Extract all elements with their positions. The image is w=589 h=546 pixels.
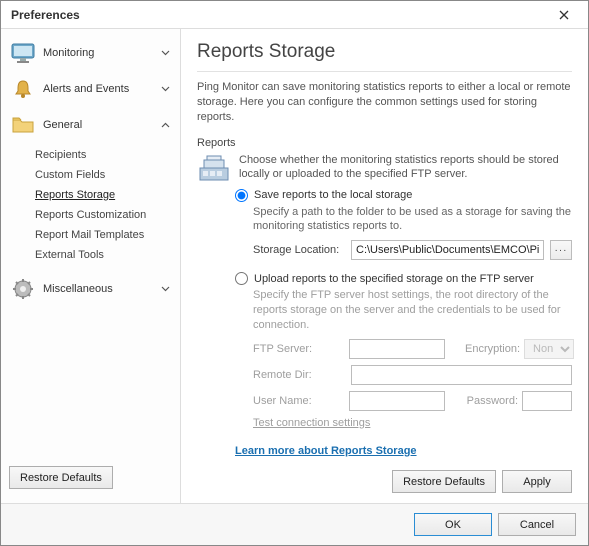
radio-local-storage[interactable]: [235, 189, 248, 202]
sidebar-restore-defaults-button[interactable]: Restore Defaults: [9, 466, 113, 489]
remote-dir-label: Remote Dir:: [253, 369, 345, 381]
titlebar: Preferences: [1, 1, 588, 29]
sidebar-sub-general: Recipients Custom Fields Reports Storage…: [1, 143, 180, 271]
folder-icon: [9, 111, 37, 139]
sidebar-item-custom-fields[interactable]: Custom Fields: [31, 165, 180, 185]
ellipsis-icon: ···: [555, 245, 568, 256]
sidebar-cat-alerts[interactable]: Alerts and Events: [1, 71, 180, 107]
sidebar-cat-label: Miscellaneous: [43, 283, 158, 295]
sidebar-item-reports-customization[interactable]: Reports Customization: [31, 205, 180, 225]
sidebar-item-reports-storage[interactable]: Reports Storage: [31, 185, 180, 205]
ftp-server-label: FTP Server:: [253, 343, 345, 355]
page-intro: Ping Monitor can save monitoring statist…: [197, 80, 572, 125]
dialog-footer: OK Cancel: [1, 503, 588, 545]
close-icon: [559, 7, 569, 23]
chevron-down-icon: [158, 84, 172, 95]
storage-icon: [197, 153, 231, 183]
page-title: Reports Storage: [197, 41, 572, 63]
ftp-hint: Specify the FTP server host settings, th…: [253, 288, 572, 333]
sidebar-cat-label: General: [43, 119, 158, 131]
password-label: Password:: [465, 395, 518, 407]
gear-icon: [9, 275, 37, 303]
username-input[interactable]: [349, 391, 445, 411]
sidebar-cat-label: Alerts and Events: [43, 83, 158, 95]
cancel-button[interactable]: Cancel: [498, 513, 576, 536]
password-input[interactable]: [522, 391, 572, 411]
close-button[interactable]: [546, 4, 582, 26]
divider: [197, 71, 572, 72]
radio-ftp-storage[interactable]: [235, 272, 248, 285]
radio-local-label[interactable]: Save reports to the local storage: [254, 189, 412, 201]
restore-defaults-button[interactable]: Restore Defaults: [392, 470, 496, 493]
radio-ftp-label[interactable]: Upload reports to the specified storage …: [254, 273, 534, 285]
sidebar: Monitoring Alerts and Events General: [1, 29, 181, 503]
local-hint: Specify a path to the folder to be used …: [253, 205, 572, 235]
chevron-down-icon: [158, 284, 172, 295]
main-panel: Reports Storage Ping Monitor can save mo…: [181, 29, 588, 503]
username-label: User Name:: [253, 395, 345, 407]
sidebar-item-report-mail-templates[interactable]: Report Mail Templates: [31, 225, 180, 245]
encryption-select[interactable]: None: [524, 339, 574, 359]
window-title: Preferences: [11, 8, 80, 22]
sidebar-item-recipients[interactable]: Recipients: [31, 145, 180, 165]
ok-button[interactable]: OK: [414, 513, 492, 536]
remote-dir-input[interactable]: [351, 365, 572, 385]
sidebar-cat-misc[interactable]: Miscellaneous: [1, 271, 180, 307]
encryption-label: Encryption:: [465, 343, 520, 355]
browse-button[interactable]: ···: [550, 240, 572, 260]
storage-location-label: Storage Location:: [253, 244, 345, 256]
sidebar-item-external-tools[interactable]: External Tools: [31, 245, 180, 265]
preferences-dialog: Preferences Monitoring: [0, 0, 589, 546]
chevron-down-icon: [158, 48, 172, 59]
test-connection-link[interactable]: Test connection settings: [253, 417, 370, 429]
ftp-server-input[interactable]: [349, 339, 445, 359]
sidebar-cat-label: Monitoring: [43, 47, 158, 59]
storage-location-input[interactable]: [351, 240, 544, 260]
reports-section-desc: Choose whether the monitoring statistics…: [239, 153, 572, 183]
sidebar-cat-monitoring[interactable]: Monitoring: [1, 35, 180, 71]
bell-icon: [9, 75, 37, 103]
monitor-icon: [9, 39, 37, 67]
chevron-up-icon: [158, 120, 172, 131]
apply-button[interactable]: Apply: [502, 470, 572, 493]
learn-more-link[interactable]: Learn more about Reports Storage: [235, 445, 417, 457]
reports-section-label: Reports: [197, 135, 572, 149]
sidebar-cat-general[interactable]: General: [1, 107, 180, 143]
